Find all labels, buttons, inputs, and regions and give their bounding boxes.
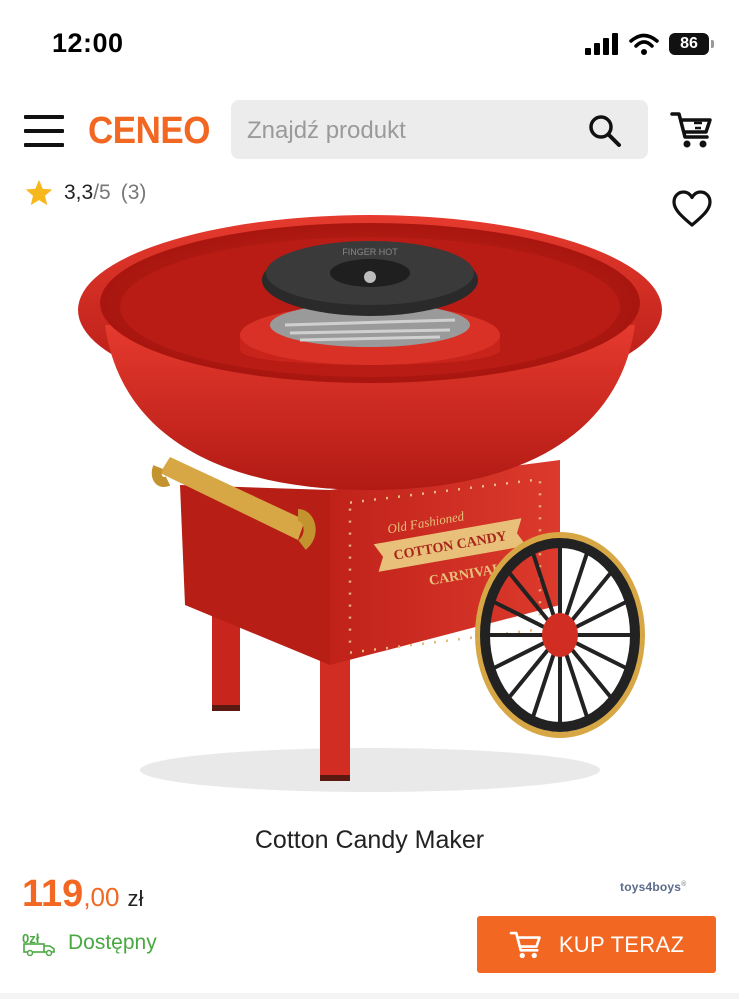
shop-name: toys4boys (620, 880, 682, 894)
status-bar: 12:00 86 (0, 0, 739, 86)
buy-now-label: KUP TERAZ (558, 931, 685, 957)
status-time: 12:00 (52, 28, 124, 58)
search-icon[interactable] (588, 114, 622, 148)
shop-logo[interactable]: toys4boys® (620, 880, 687, 894)
price-integer: 119 (22, 873, 84, 915)
product-title: Cotton Candy Maker (254, 826, 485, 854)
wheel (475, 532, 645, 738)
search-box[interactable] (231, 100, 648, 161)
price-currency: zł (127, 886, 144, 911)
wifi-icon (629, 33, 659, 55)
menu-icon[interactable] (24, 112, 64, 147)
search-input[interactable] (245, 100, 579, 161)
availability-text: Dostępny (68, 931, 157, 954)
cart-icon (509, 931, 541, 958)
buy-now-button[interactable]: KUP TERAZ (477, 916, 716, 973)
delivery-truck-icon: 0zł (22, 931, 55, 956)
price: 119,00 zł (22, 873, 143, 916)
bottom-divider (0, 993, 739, 999)
shop-mark: ® (681, 881, 687, 888)
price-decimal: ,00 (83, 882, 120, 912)
availability: 0zł Dostępny (22, 930, 157, 956)
cart-icon[interactable] (670, 110, 714, 150)
battery-indicator: 86 (669, 33, 714, 55)
status-icons: 86 (585, 32, 714, 56)
header: CENEO (0, 96, 739, 166)
lid-text: FINGER HOT (342, 247, 398, 257)
heart-icon[interactable] (672, 190, 712, 228)
logo[interactable]: CENEO (88, 110, 210, 153)
signal-icon (585, 33, 618, 55)
product-image: COTTON CANDY Old Fashioned CARNIVAL FING… (78, 215, 662, 792)
battery-level: 86 (680, 35, 698, 52)
star-icon (25, 179, 53, 206)
